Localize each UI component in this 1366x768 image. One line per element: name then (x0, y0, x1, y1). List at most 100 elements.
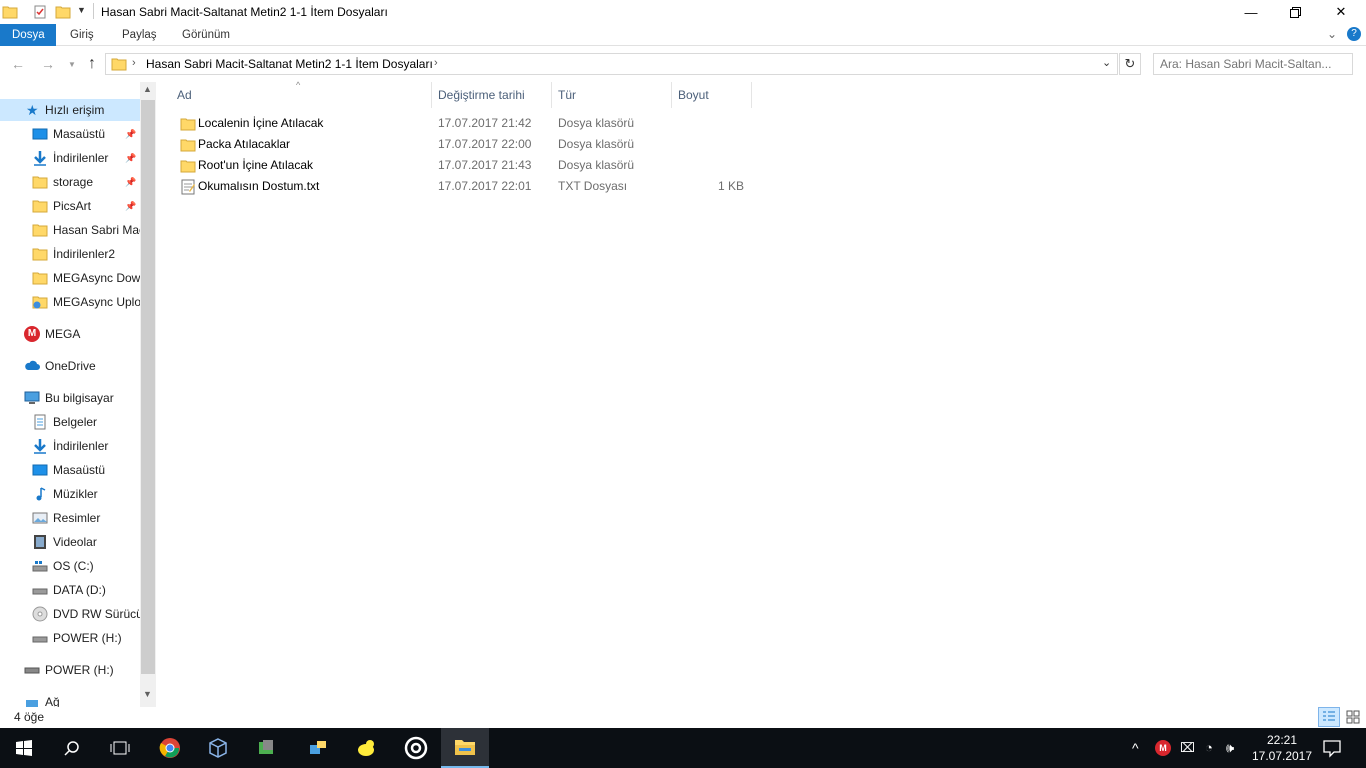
clock[interactable]: 22:21 17.07.2017 (1242, 732, 1322, 764)
nav-label: storage (53, 175, 94, 189)
start-button[interactable] (0, 728, 48, 768)
file-list: ^ Ad Değiştirme tarihi Tür Boyut Localen… (156, 80, 1366, 707)
power-icon[interactable]: ⌧ (1180, 740, 1195, 756)
refresh-button[interactable]: ↻ (1119, 53, 1141, 75)
nav-pc-item[interactable]: DVD RW Sürücüsü (0, 603, 140, 625)
tab-paylas[interactable]: Paylaş (110, 24, 169, 46)
notification-icon (1323, 740, 1341, 758)
scroll-down-icon[interactable]: ▼ (143, 689, 152, 699)
breadcrumb-path[interactable]: Hasan Sabri Macit-Saltanat Metin2 1-1 İt… (146, 57, 433, 71)
nav-network[interactable]: Ağ (0, 691, 140, 707)
column-header-name[interactable]: Ad (171, 82, 431, 108)
nav-power-root[interactable]: POWER (H:) (0, 659, 140, 681)
duck-icon (358, 740, 374, 756)
nav-onedrive[interactable]: OneDrive (0, 355, 140, 377)
properties-icon[interactable] (32, 4, 48, 20)
chevron-down-icon: ▼ (68, 59, 76, 69)
address-dropdown-icon[interactable]: ⌄ (1102, 56, 1111, 69)
column-header-type[interactable]: Tür (552, 82, 671, 108)
clock-time: 22:21 (1266, 733, 1298, 747)
nav-pc-item[interactable]: DATA (D:) (0, 579, 140, 601)
volume-icon[interactable]: 🕪 (1226, 740, 1234, 756)
close-button[interactable]: ✕ (1318, 0, 1364, 24)
nav-pc-item[interactable]: Müzikler (0, 483, 140, 505)
file-type: Dosya klasörü (558, 137, 635, 151)
nav-pc-item[interactable]: Videolar (0, 531, 140, 553)
file-row[interactable]: Packa Atılacaklar 17.07.2017 22:00 Dosya k… (172, 134, 762, 155)
details-view-button[interactable] (1318, 707, 1340, 727)
star-icon: ★ (26, 102, 39, 118)
chrome-icon (159, 738, 180, 758)
nav-pc-item[interactable]: Belgeler (0, 411, 140, 433)
up-button[interactable]: ↑ (82, 54, 102, 74)
minimize-button[interactable]: — (1228, 0, 1274, 24)
nav-pc-item[interactable]: OS (C:) (0, 555, 140, 577)
mega-tray-icon[interactable]: M (1155, 740, 1171, 756)
nav-label: DATA (D:) (53, 583, 106, 597)
tab-gorunum[interactable]: Görünüm (170, 24, 242, 46)
nav-label: İndirilenler (53, 151, 109, 165)
new-folder-icon[interactable] (55, 4, 71, 20)
nav-label: Masaüstü (53, 463, 106, 477)
column-divider[interactable] (751, 82, 752, 108)
nav-mega[interactable]: M MEGA (0, 323, 140, 345)
pin-icon: 📌 (125, 177, 137, 187)
forward-button[interactable]: → (38, 54, 58, 74)
nav-quick-item[interactable]: İndirilenler 📌 (0, 147, 140, 169)
restore-button[interactable] (1272, 0, 1318, 24)
column-header-date[interactable]: Değiştirme tarihi (432, 82, 551, 108)
app-button-1[interactable] (242, 728, 290, 768)
nav-quick-item[interactable]: PicsArt 📌 (0, 195, 140, 217)
app-button-3[interactable] (342, 728, 390, 768)
task-view-button[interactable] (96, 728, 144, 768)
nav-this-pc[interactable]: Bu bilgisayar (0, 387, 140, 409)
scroll-up-icon[interactable]: ▲ (143, 84, 152, 94)
tab-giris[interactable]: Giriş (58, 24, 106, 46)
status-bar: 4 öğe (0, 707, 1366, 728)
nav-pc-item[interactable]: POWER (H:) (0, 627, 140, 649)
pin-icon: 📌 (125, 129, 137, 139)
wifi-icon[interactable]: ◔ (1205, 740, 1213, 755)
folder-icon (180, 158, 196, 173)
app-button-2[interactable] (294, 728, 342, 768)
recent-locations-button[interactable]: ▼ (62, 54, 82, 74)
column-header-size[interactable]: Boyut (672, 82, 751, 108)
show-hidden-icons-icon[interactable]: ^ (1132, 740, 1139, 756)
file-row[interactable]: Root'un İçine Atılacak 17.07.2017 21:43 Do… (172, 155, 762, 176)
nav-quick-item[interactable]: MEGAsync Downloads (0, 267, 140, 289)
details-view-icon (1323, 711, 1335, 721)
file-row[interactable]: Okumalısın Dostum.txt 17.07.2017 22:01 TXT… (172, 176, 762, 197)
chrome-button[interactable] (146, 728, 194, 768)
nav-quick-item[interactable]: İndirilenler2 (0, 243, 140, 265)
breadcrumb-chevron-icon[interactable]: › (132, 57, 136, 69)
file-row[interactable]: Localenin İçine Atılacak 17.07.2017 21:42… (172, 113, 762, 134)
back-button[interactable]: ← (8, 54, 28, 74)
app-button-4[interactable] (392, 728, 440, 768)
tab-dosya[interactable]: Dosya (0, 24, 56, 46)
download-icon (32, 438, 48, 454)
nav-quick-item[interactable]: storage 📌 (0, 171, 140, 193)
nav-pc-item[interactable]: Resimler (0, 507, 140, 529)
search-box[interactable] (1153, 53, 1353, 75)
expand-ribbon-icon[interactable]: ⌄ (1327, 27, 1337, 41)
nav-quick-access[interactable]: ★ Hızlı erişim (0, 99, 140, 121)
nav-label: Hızlı erişim (45, 103, 105, 117)
nav-quick-item[interactable]: MEGAsync Uploads (0, 291, 140, 313)
nav-pc-item[interactable]: Masaüstü (0, 459, 140, 481)
search-button[interactable] (48, 728, 96, 768)
nav-quick-item[interactable]: Hasan Sabri Macit-Saltanat Metin2 1-1 İt… (0, 219, 140, 241)
nav-label: Masaüstü (53, 127, 106, 141)
file-explorer-button[interactable] (441, 728, 489, 768)
help-icon[interactable]: ? (1347, 27, 1361, 41)
address-bar[interactable]: › Hasan Sabri Macit-Saltanat Metin2 1-1 … (105, 53, 1118, 75)
quick-access-dropdown-icon[interactable]: ▼ (77, 5, 86, 15)
nav-quick-item[interactable]: Masaüstü 📌 (0, 123, 140, 145)
virtualbox-button[interactable] (194, 728, 242, 768)
nav-pc-item[interactable]: İndirilenler (0, 435, 140, 457)
action-center-button[interactable] (1322, 738, 1342, 758)
large-icons-view-button[interactable] (1342, 707, 1364, 727)
search-input[interactable] (1160, 55, 1340, 73)
breadcrumb-chevron-icon[interactable]: › (434, 57, 438, 69)
nav-scroll-thumb[interactable] (141, 100, 155, 674)
column-label: Değiştirme tarihi (438, 88, 525, 102)
